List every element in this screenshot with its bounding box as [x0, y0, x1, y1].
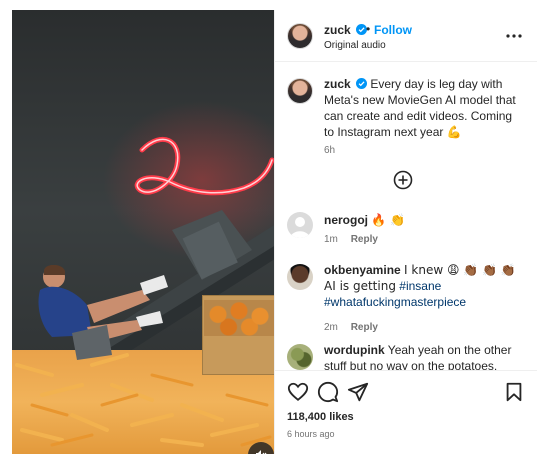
follow-button[interactable]: Follow	[374, 23, 412, 37]
author-username[interactable]: zuck	[324, 23, 368, 37]
comment-text: nerogoj 🔥 👏	[324, 212, 529, 228]
verified-badge-icon	[356, 78, 368, 89]
post-header: zuck • Follow Original audio	[275, 10, 537, 62]
reply-button[interactable]: Reply	[351, 234, 378, 245]
comment-time: 1m	[324, 234, 338, 245]
avatar[interactable]	[287, 344, 313, 370]
instagram-post-modal: zuck • Follow Original audio zuck Every …	[0, 0, 550, 454]
post-timestamp: 6 hours ago	[287, 429, 335, 439]
hashtag-link[interactable]: #whatafuckingmasterpiece	[324, 295, 466, 309]
post-details-pane: zuck • Follow Original audio zuck Every …	[274, 10, 537, 454]
comment-item: wordupink Yeah yeah on the other stuff b…	[275, 342, 537, 370]
comment-meta: 1m Reply	[324, 234, 378, 245]
caption-username[interactable]: zuck	[324, 77, 351, 91]
comment-icon[interactable]	[317, 381, 339, 403]
avatar[interactable]	[287, 264, 313, 290]
comment-username[interactable]: nerogoj	[324, 213, 368, 227]
caption-text: zuck Every day is leg day with Meta's ne…	[324, 76, 524, 140]
post-video[interactable]	[12, 10, 274, 454]
comment-meta: 2m Reply	[324, 322, 378, 333]
comment-text: wordupink Yeah yeah on the other stuff b…	[324, 342, 529, 370]
share-icon[interactable]	[347, 381, 369, 403]
comment-text: okbenyamine I knew 😩 👏🏾 👏🏾 👏🏾 AI is gett…	[324, 262, 529, 310]
hashtag-link[interactable]: #insane	[399, 279, 441, 293]
post-actions: 118,400 likes 6 hours ago	[275, 370, 537, 454]
avatar[interactable]	[287, 23, 313, 49]
audio-label[interactable]: Original audio	[324, 40, 386, 51]
comment-time: 2m	[324, 322, 338, 333]
separator-dot: •	[366, 22, 371, 36]
caption-body: Every day is leg day with Meta's new Mov…	[324, 77, 516, 139]
comment-body: 🔥 👏	[371, 213, 406, 227]
heart-icon[interactable]	[287, 381, 309, 403]
reply-button[interactable]: Reply	[351, 322, 378, 333]
comment-username[interactable]: wordupink	[324, 343, 385, 357]
bookmark-icon[interactable]	[503, 381, 525, 403]
comment-username[interactable]: okbenyamine	[324, 263, 401, 277]
flexed-biceps-emoji: 💪	[446, 125, 462, 139]
likes-count[interactable]: 118,400 likes	[287, 411, 354, 423]
caption-avatar[interactable]	[287, 78, 313, 104]
man-on-leg-press	[38, 265, 168, 360]
load-more-comments-icon[interactable]	[393, 170, 413, 190]
caption-timestamp: 6h	[324, 145, 336, 156]
speaker-muted-icon	[256, 450, 267, 454]
default-avatar-icon[interactable]	[287, 212, 313, 238]
more-options-icon[interactable]	[505, 29, 523, 43]
